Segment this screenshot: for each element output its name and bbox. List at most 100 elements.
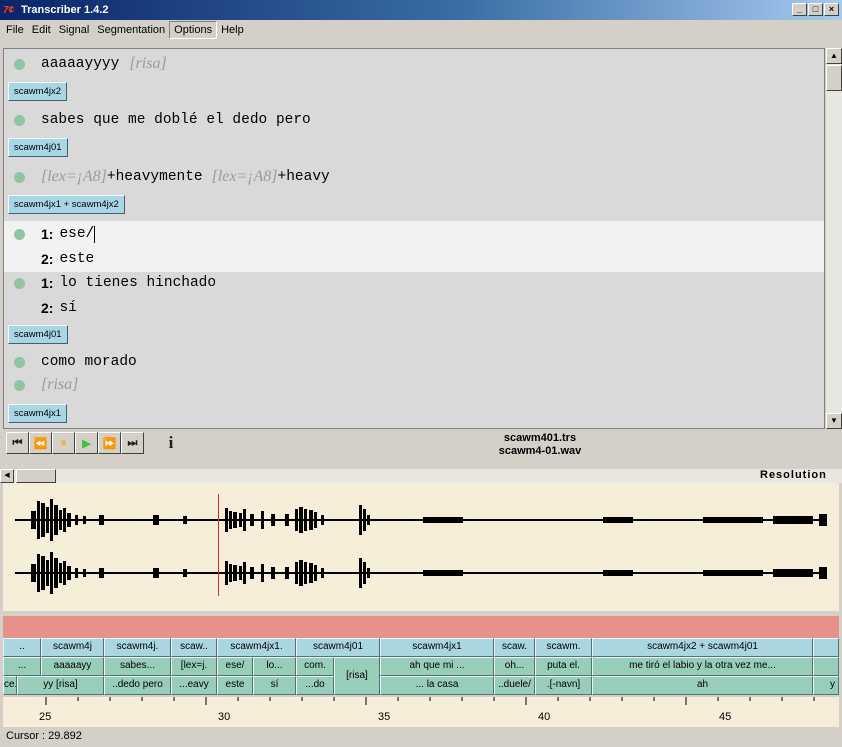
speaker-segment[interactable]: scawm4jx1 <box>380 638 494 657</box>
text-segment[interactable]: aaaaayy <box>41 657 104 676</box>
line-text: como morado <box>41 354 137 370</box>
text-segment[interactable]: puta el. <box>535 657 592 676</box>
segment-bullet-icon[interactable] <box>14 171 25 183</box>
scroll-down-arrow-icon[interactable]: ▼ <box>826 413 842 429</box>
text-segment[interactable]: ce. <box>3 676 17 695</box>
text-segment[interactable]: me tiró el labio y la otra vez me... <box>592 657 813 676</box>
text-segment[interactable] <box>813 657 839 676</box>
transcript-line[interactable]: 1: lo tienes hinchado <box>4 270 824 296</box>
text-segment[interactable]: ..dedo pero <box>104 676 171 695</box>
segment-bullet-icon[interactable] <box>14 58 25 70</box>
speaker-segment[interactable]: scawm. <box>535 638 592 657</box>
go-to-start-button[interactable]: ⏮ <box>6 432 29 454</box>
go-to-end-button[interactable]: ⏭ <box>121 432 144 454</box>
editor-scrollbar[interactable]: ▲ ▼ <box>826 48 842 429</box>
text-segment[interactable]: ah <box>592 676 813 695</box>
playback-cursor-line[interactable] <box>218 494 219 596</box>
line-text: lo tienes hinchado <box>59 275 217 291</box>
segment-bullet-icon[interactable] <box>14 114 25 126</box>
text-segment[interactable]: oh... <box>494 657 535 676</box>
close-button[interactable]: × <box>824 3 839 16</box>
speaker-segment[interactable]: scawm4j. <box>104 638 171 657</box>
speaker-button[interactable]: scawm4j01 <box>8 138 68 157</box>
menu-signal[interactable]: Signal <box>55 22 94 38</box>
segment-bullet-icon[interactable] <box>14 277 25 289</box>
text-segment[interactable]: [risa] <box>334 657 380 695</box>
text-segment[interactable]: [lex=j. <box>171 657 217 676</box>
minimize-button[interactable]: _ <box>792 3 807 16</box>
menu-bar: File Edit Signal Segmentation Options He… <box>0 20 842 40</box>
text-segment[interactable]: yy [risa] <box>17 676 104 695</box>
transcript-line[interactable]: [lex=¡A8] +heavymente [lex=¡A8] +heavy <box>4 164 824 190</box>
section-bar[interactable] <box>3 616 839 638</box>
line-text: +heavy <box>277 169 330 185</box>
menu-segmentation[interactable]: Segmentation <box>93 22 169 38</box>
speaker-button[interactable]: scawm4jx1 <box>8 404 67 423</box>
signal-scroll-thumb[interactable] <box>16 469 56 483</box>
ruler-label: 45 <box>719 711 732 723</box>
text-segment[interactable]: ...eavy <box>171 676 217 695</box>
speaker-segment[interactable]: scawm4j <box>41 638 104 657</box>
speaker-segment[interactable] <box>813 638 839 657</box>
speaker-segment[interactable]: scawm4jx1. <box>217 638 296 657</box>
transcript-line[interactable]: sabes que me doblé el dedo pero <box>4 107 824 133</box>
text-segment[interactable]: ... <box>3 657 41 676</box>
transcript-line[interactable]: 2: sí <box>4 295 824 321</box>
line-text: este <box>59 251 95 267</box>
text-segment[interactable]: ..duele/ <box>494 676 535 695</box>
text-segment[interactable]: sí <box>253 676 296 695</box>
event-tag: [risa] <box>129 55 167 72</box>
play-button[interactable]: ▶ <box>75 432 98 454</box>
segment-bullet-icon[interactable] <box>14 228 25 240</box>
speaker-number: 1: <box>41 226 54 242</box>
pause-button[interactable]: ⏸ <box>52 432 75 454</box>
transcript-line[interactable]: 2: este <box>4 246 824 272</box>
app-icon: 7¢ <box>3 4 15 16</box>
speaker-button[interactable]: scawm4jx2 <box>8 82 67 101</box>
text-segment[interactable]: este <box>217 676 253 695</box>
signal-scrollbar[interactable]: ◀ <box>0 469 842 483</box>
speaker-button[interactable]: scawm4jx1 + scawm4jx2 <box>8 195 125 214</box>
menu-options[interactable]: Options <box>169 21 218 39</box>
menu-edit[interactable]: Edit <box>28 22 55 38</box>
waveform-panel[interactable] <box>3 483 839 611</box>
transcript-line[interactable]: aaaaayyyy [risa] <box>4 51 824 77</box>
segment-bullet-icon[interactable] <box>14 379 25 391</box>
segment-bullet-icon[interactable] <box>14 356 25 368</box>
transcript-line-selected[interactable]: 1: ese/ <box>4 221 824 247</box>
text-segment[interactable]: lo... <box>253 657 296 676</box>
text-segment[interactable]: y <box>813 676 839 695</box>
speaker-segment[interactable]: scawm4jx2 + scawm4j01 <box>592 638 813 657</box>
time-ruler[interactable] <box>3 697 839 727</box>
menu-file[interactable]: File <box>2 22 28 38</box>
transcript-line[interactable]: [risa] <box>4 372 824 398</box>
event-tag: [risa] <box>41 376 79 393</box>
text-segment[interactable]: com. <box>296 657 334 676</box>
text-segment[interactable]: ... la casa <box>380 676 494 695</box>
transcript-editor[interactable]: aaaaayyyy [risa] scawm4jx2 sabes que me … <box>3 48 825 429</box>
text-segment[interactable]: ah que mi ... <box>380 657 494 676</box>
speaker-segment[interactable]: .. <box>3 638 41 657</box>
info-icon[interactable]: i <box>156 432 186 454</box>
text-segment[interactable]: sabes... <box>104 657 171 676</box>
ruler-label: 35 <box>378 711 391 723</box>
text-segment[interactable]: ese/ <box>217 657 253 676</box>
scroll-thumb[interactable] <box>826 65 842 91</box>
speaker-segment[interactable]: scaw. <box>494 638 535 657</box>
menu-help[interactable]: Help <box>217 22 248 38</box>
speaker-segment[interactable]: scawm4j01 <box>296 638 380 657</box>
scroll-up-arrow-icon[interactable]: ▲ <box>826 48 842 64</box>
window-title: Transcriber 1.4.2 <box>21 4 109 16</box>
text-segment[interactable]: .[-navn] <box>535 676 592 695</box>
ruler-label: 30 <box>218 711 231 723</box>
fast-forward-button[interactable]: ⏩ <box>98 432 121 454</box>
text-segment[interactable]: ...do <box>296 676 334 695</box>
waveform-graphic <box>15 499 827 594</box>
speaker-segment[interactable]: scaw.. <box>171 638 217 657</box>
rewind-button[interactable]: ⏪ <box>29 432 52 454</box>
scroll-left-arrow-icon[interactable]: ◀ <box>0 469 14 483</box>
maximize-button[interactable]: □ <box>808 3 823 16</box>
trs-filename: scawm401.trs <box>503 432 577 444</box>
speaker-button[interactable]: scawm4j01 <box>8 325 68 344</box>
speaker-number: 1: <box>41 275 54 291</box>
